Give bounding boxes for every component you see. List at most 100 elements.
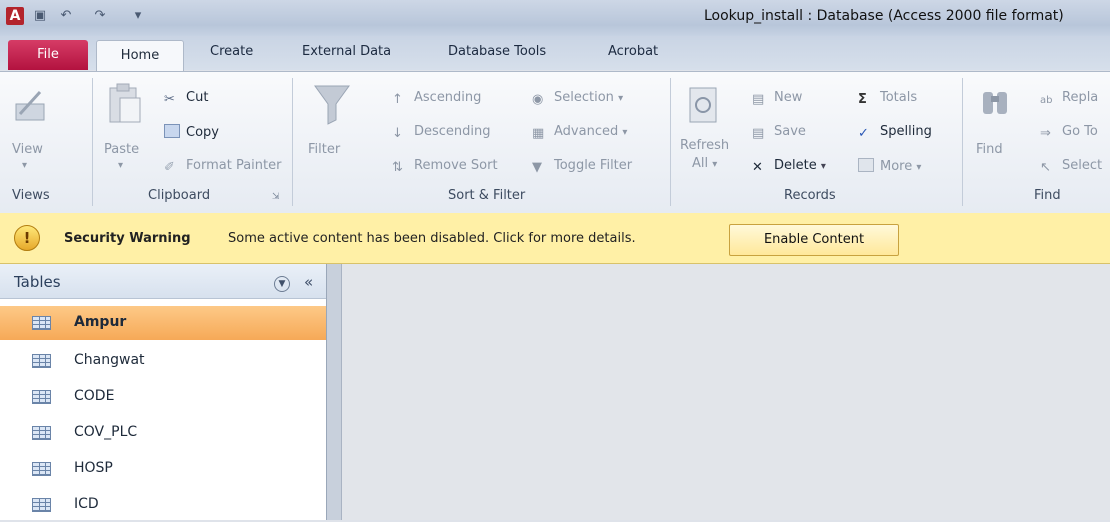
more-dropdown-icon: ▾: [916, 162, 922, 173]
refresh-dropdown-icon: ▾: [712, 159, 718, 170]
table-item-label: CODE: [74, 388, 115, 404]
group-label-sort-filter: Sort & Filter: [448, 188, 526, 203]
select-button[interactable]: ↖ Select: [1040, 158, 1103, 175]
advanced-button[interactable]: ▦ Advanced ▾: [532, 124, 628, 141]
chevron-down-icon[interactable]: ▼: [274, 276, 290, 292]
selection-dropdown-icon: ▾: [618, 93, 624, 104]
table-item-label: HOSP: [74, 460, 113, 476]
remove-sort-button[interactable]: ⇅ Remove Sort: [392, 158, 498, 175]
more-button[interactable]: More ▾: [858, 158, 921, 174]
paste-icon[interactable]: [108, 82, 142, 124]
cut-label: Cut: [186, 90, 209, 105]
save-icon[interactable]: ▣: [32, 8, 48, 24]
table-item-hosp[interactable]: HOSP: [0, 452, 326, 486]
find-button-label[interactable]: Find: [976, 142, 1003, 157]
table-item-label: ICD: [74, 496, 99, 512]
ascending-label: Ascending: [414, 90, 482, 105]
ascending-button[interactable]: ↑ Ascending: [392, 90, 482, 107]
access-app-icon[interactable]: A: [6, 7, 24, 25]
refresh-all-label[interactable]: Refresh: [680, 138, 729, 153]
tab-home[interactable]: Home: [96, 40, 184, 73]
tab-external-data[interactable]: External Data: [302, 44, 391, 59]
group-divider: [292, 78, 293, 206]
new-label: New: [774, 90, 803, 105]
goto-button[interactable]: ⇒ Go To: [1040, 124, 1098, 141]
undo-icon[interactable]: ↶: [58, 8, 74, 24]
tab-file[interactable]: File: [8, 40, 88, 70]
table-item-code[interactable]: CODE: [0, 380, 326, 414]
spelling-button[interactable]: ✓ Spelling: [858, 124, 932, 141]
refresh-all-text: All: [692, 156, 709, 171]
toggle-filter-button[interactable]: ▼ Toggle Filter: [532, 158, 633, 175]
group-label-find: Find: [1034, 188, 1061, 203]
copy-button[interactable]: Copy: [164, 124, 219, 140]
format-painter-button[interactable]: ✐ Format Painter: [164, 158, 282, 175]
toggle-filter-label: Toggle Filter: [554, 158, 633, 173]
arrow-right-icon: ⇒: [1040, 126, 1051, 141]
enable-content-button[interactable]: Enable Content: [729, 224, 899, 256]
copy-icon: [164, 124, 180, 138]
remove-sort-label: Remove Sort: [414, 158, 498, 173]
refresh-all-sublabel[interactable]: All ▾: [692, 156, 717, 171]
replace-button[interactable]: ab Repla: [1040, 90, 1098, 109]
funnel-icon[interactable]: [312, 82, 352, 126]
tab-acrobat[interactable]: Acrobat: [608, 44, 658, 59]
table-icon: [32, 498, 51, 512]
new-record-button[interactable]: ▤ New: [752, 90, 803, 107]
paste-dropdown-icon[interactable]: ▾: [118, 160, 123, 171]
navigation-pane-title[interactable]: Tables: [14, 273, 61, 291]
toggle-filter-icon: ▼: [532, 160, 542, 175]
security-warning-message[interactable]: Some active content has been disabled. C…: [228, 231, 636, 246]
cursor-icon: ↖: [1040, 160, 1051, 175]
table-item-icd[interactable]: ICD: [0, 488, 326, 522]
remove-sort-icon: ⇅: [392, 160, 403, 175]
selection-button[interactable]: ◉ Selection ▾: [532, 90, 624, 107]
descending-button[interactable]: ↓ Descending: [392, 124, 491, 141]
save-record-icon: ▤: [752, 126, 765, 141]
totals-button[interactable]: Σ Totals: [858, 90, 917, 107]
view-icon[interactable]: [14, 84, 48, 124]
goto-label: Go To: [1062, 124, 1098, 139]
view-button-label[interactable]: View: [12, 142, 43, 157]
cut-button[interactable]: ✂ Cut: [164, 90, 209, 107]
copy-label: Copy: [186, 125, 219, 140]
table-item-ampur[interactable]: Ampur: [0, 306, 326, 340]
warning-shield-icon: !: [14, 225, 40, 251]
group-divider: [962, 78, 963, 206]
pane-splitter[interactable]: [327, 264, 342, 520]
delete-x-icon: ✕: [752, 160, 763, 175]
new-record-icon: ▤: [752, 92, 765, 107]
customize-icon[interactable]: ▾: [130, 8, 146, 24]
select-label: Select: [1062, 158, 1103, 173]
delete-button[interactable]: ✕ Delete ▾: [752, 158, 826, 175]
replace-label: Repla: [1062, 90, 1099, 105]
table-item-cov-plc[interactable]: COV_PLC: [0, 416, 326, 450]
clipboard-launcher-icon[interactable]: ⇲: [272, 192, 280, 202]
document-workspace: [342, 264, 1110, 520]
table-icon: [32, 426, 51, 440]
save-record-button[interactable]: ▤ Save: [752, 124, 806, 141]
tab-create[interactable]: Create: [210, 44, 253, 59]
redo-icon[interactable]: ↷: [92, 8, 108, 24]
spelling-check-icon: ✓: [858, 126, 869, 141]
group-divider: [92, 78, 93, 206]
sort-ascending-icon: ↑: [392, 92, 403, 107]
group-label-clipboard: Clipboard: [148, 188, 211, 203]
view-dropdown-icon[interactable]: ▾: [22, 160, 27, 171]
table-item-changwat[interactable]: Changwat: [0, 344, 326, 378]
binoculars-icon[interactable]: [980, 84, 1010, 124]
delete-label: Delete: [774, 158, 817, 173]
table-icon: [32, 316, 51, 330]
refresh-icon[interactable]: [686, 84, 720, 126]
shutter-collapse-icon[interactable]: «: [304, 273, 313, 291]
window-title: Lookup_install : Database (Access 2000 f…: [704, 8, 1064, 24]
filter-button-label[interactable]: Filter: [308, 142, 340, 157]
format-painter-label: Format Painter: [186, 158, 282, 173]
advanced-dropdown-icon: ▾: [622, 127, 628, 138]
table-item-label: Ampur: [74, 314, 127, 330]
advanced-label: Advanced: [554, 124, 619, 139]
paste-button-label[interactable]: Paste: [104, 142, 139, 157]
table-icon: [32, 462, 51, 476]
tab-database-tools[interactable]: Database Tools: [448, 44, 546, 59]
replace-icon: ab: [1040, 95, 1053, 106]
